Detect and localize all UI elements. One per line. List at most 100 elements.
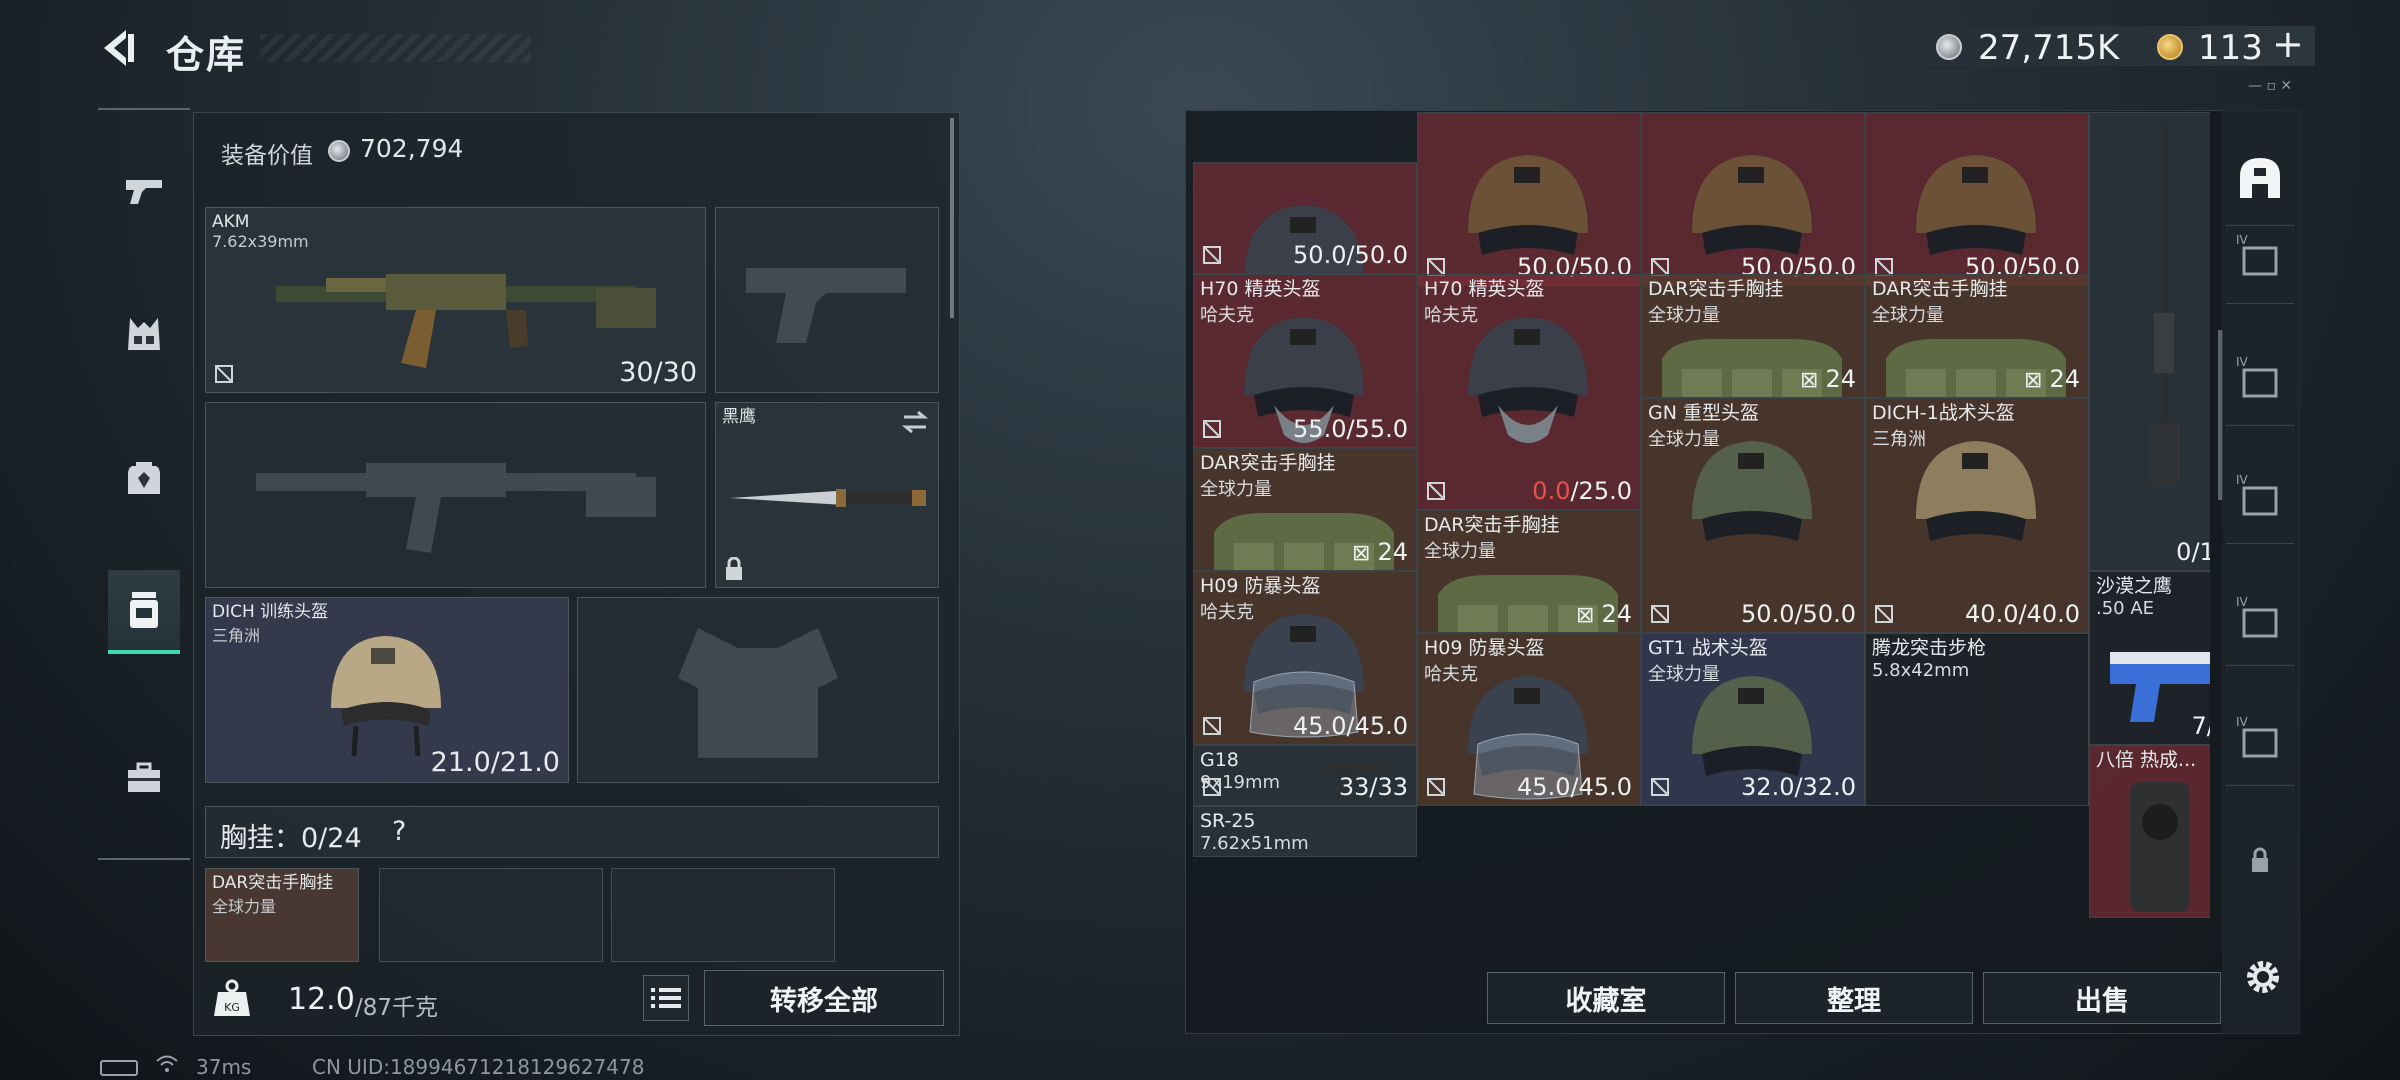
armor-slot-empty[interactable]	[577, 597, 939, 783]
stash-item-cell[interactable]: 八倍 热成...	[2089, 744, 2210, 919]
thermal-scope-icon	[2130, 781, 2190, 912]
gear-icon[interactable]	[2240, 954, 2286, 1000]
window-controls[interactable]: — ▫ ✕	[2248, 78, 2292, 94]
melee-slot[interactable]: 黑鹰	[715, 402, 939, 588]
knife-icon	[730, 489, 926, 507]
swap-icon[interactable]	[900, 409, 930, 435]
backpack-icon	[128, 462, 160, 494]
battery-icon	[100, 1060, 138, 1076]
primary-weapon-slot[interactable]: AKM 7.62x39mm 30/30	[205, 207, 706, 393]
sort-button[interactable]: 整理	[1735, 972, 1973, 1024]
item-subtitle: 全球力量	[1424, 540, 1496, 562]
add-ticket-button[interactable]: +	[2272, 22, 2304, 66]
item-name: DAR突击手胸挂	[1872, 278, 2008, 301]
item-name: H09 防暴头盔	[1200, 575, 1321, 598]
stash-item-cell[interactable]: GN 重型头盔 全球力量 50.0/50.0	[1641, 397, 1865, 633]
stash-page-3[interactable]: IV	[2226, 448, 2294, 544]
transfer-all-button[interactable]: 转移全部	[704, 970, 944, 1026]
pistol-slot-empty[interactable]	[715, 207, 939, 393]
stash-item-cell[interactable]: 沙漠之鹰.50 AE 7/7	[2089, 571, 2210, 745]
equipment-scrollbar[interactable]	[950, 118, 954, 318]
rail-tab-vest[interactable]	[108, 292, 180, 376]
stash-item-cell[interactable]: SR-25 7.62x51mm	[1193, 806, 1417, 857]
stash-item-cell[interactable]: H70 精英头盔 哈夫克 55.0/55.0	[1193, 274, 1417, 448]
stash-page-1[interactable]: IV	[2226, 208, 2294, 304]
item-subtitle: 7.62x51mm	[1200, 833, 1309, 855]
item-subtitle: 哈夫克	[1424, 305, 1478, 327]
rail-tab-backpack[interactable]	[108, 436, 180, 520]
item-subtitle: 哈夫克	[1200, 305, 1254, 327]
chest-rig-cell-empty[interactable]	[379, 868, 603, 962]
rail-tab-case[interactable]	[108, 736, 180, 820]
stash-item-cell[interactable]: H09 防暴头盔 哈夫克 45.0/45.0	[1417, 632, 1641, 807]
stash-page-locked[interactable]	[2226, 810, 2294, 906]
slot-item-name: AKM	[212, 212, 250, 232]
capacity-value: 24	[1825, 364, 1856, 393]
stash-item-cell[interactable]: 0/10	[2089, 112, 2210, 572]
rail-tab-bag[interactable]	[108, 570, 180, 654]
sell-button[interactable]: 出售	[1983, 972, 2221, 1024]
equipment-value: 702,794	[360, 134, 464, 163]
stash-item-cell[interactable]: 50.0/50.0	[1865, 112, 2089, 286]
item-name: SR-25	[1200, 810, 1256, 833]
stash-item-cell[interactable]: 腾龙突击步枪 5.8x42mm	[1865, 632, 2089, 807]
stash-item-cell[interactable]: DAR突击手胸挂 全球力量 ⊠ 24	[1641, 274, 1865, 398]
stash-item-cell[interactable]: DAR突击手胸挂 全球力量 ⊠ 24	[1193, 448, 1417, 572]
rail-tab-weapons[interactable]	[108, 148, 180, 232]
item-name: 腾龙突击步枪	[1872, 636, 1987, 659]
sniper-rifle-icon	[2150, 123, 2180, 483]
pistol-icon	[126, 180, 162, 204]
stash-item-cell[interactable]: DAR突击手胸挂 全球力量 ⊠ 24	[1865, 274, 2089, 398]
lock-icon	[2252, 847, 2268, 872]
item-value: 0/10	[2176, 538, 2210, 567]
stash-item-cell[interactable]: H70 精英头盔 哈夫克 0.0/25.0	[1417, 274, 1641, 510]
user-id: CN UID:18994671218129627478	[312, 1055, 645, 1079]
rifle-silhouette-icon	[256, 463, 656, 553]
item-subtitle: 5.8x42mm	[1872, 659, 1970, 681]
equipment-value-label: 装备价值	[221, 143, 313, 169]
item-subtitle: 三角洲	[1872, 428, 1926, 450]
weight-icon: KG	[214, 979, 250, 1016]
collection-room-button[interactable]: 收藏室	[1487, 972, 1725, 1024]
stash-page-5[interactable]: IV	[2226, 690, 2294, 786]
item-value: 50.0/50.0	[1741, 599, 1856, 628]
stash-item-cell[interactable]: DICH-1战术头盔 三角洲 40.0/40.0	[1865, 397, 2089, 633]
pistol-silhouette-icon	[746, 268, 906, 343]
stash-item-cell[interactable]: DAR突击手胸挂 全球力量 ⊠ 24	[1417, 509, 1641, 633]
stash-item-cell[interactable]: GT1 战术头盔 全球力量 32.0/32.0	[1641, 632, 1865, 807]
stash-page-4[interactable]: IV	[2226, 570, 2294, 666]
item-subtitle: 全球力量	[1648, 305, 1720, 327]
insurance-off-icon	[1427, 778, 1445, 797]
item-name: DAR突击手胸挂	[1200, 452, 1336, 474]
list-view-button[interactable]	[643, 975, 689, 1021]
stash-item-cell[interactable]: 50.0/50.0	[1193, 162, 1417, 275]
stash-item-cell[interactable]: G18 9x19mm 33/33	[1193, 744, 1417, 807]
chest-rig-cell-empty[interactable]	[611, 868, 835, 962]
warehouse-icon	[2240, 157, 2280, 198]
item-value: 40.0/40.0	[1965, 599, 2080, 628]
vest-capacity-icon: ⊠	[2024, 367, 2050, 393]
insurance-off-icon	[1651, 604, 1669, 623]
ticket-balance: 113	[2198, 28, 2263, 68]
stash-item-cell[interactable]: 50.0/50.0	[1641, 112, 1865, 286]
stash-item-cell[interactable]: 50.0/50.0	[1417, 112, 1641, 286]
vest-capacity-icon: ⊠	[1352, 541, 1378, 567]
stash-item-cell[interactable]: H09 防暴头盔 哈夫克 45.0/45.0	[1193, 571, 1417, 745]
stash-page-2[interactable]: IV	[2226, 330, 2294, 426]
list-icon	[651, 988, 681, 1008]
chest-rig-capacity: 胸挂：0/24	[220, 823, 362, 854]
item-subtitle: 全球力量	[1648, 428, 1720, 450]
item-name: GT1 战术头盔	[1648, 636, 1768, 659]
helmet-icon	[1692, 440, 1812, 541]
slot-item-brand: 三角洲	[212, 626, 261, 645]
secondary-weapon-slot-empty[interactable]	[205, 402, 706, 588]
stash-grid: 50.0/50.0 50.0/50.0 50.0/50.0 50.0/50.0 H70 …	[1193, 112, 2210, 957]
help-button[interactable]: ?	[392, 816, 406, 847]
helmet-icon	[331, 636, 441, 757]
chest-rig-item[interactable]: DAR突击手胸挂 全球力量	[205, 868, 359, 962]
svg-text:IV: IV	[2236, 595, 2249, 609]
svg-text:IV: IV	[2236, 473, 2249, 487]
helmet-slot[interactable]: DICH 训练头盔 三角洲 21.0/21.0	[205, 597, 569, 783]
carry-weight-limit: /87千克	[355, 995, 439, 1021]
back-arrow-icon[interactable]	[96, 26, 140, 70]
